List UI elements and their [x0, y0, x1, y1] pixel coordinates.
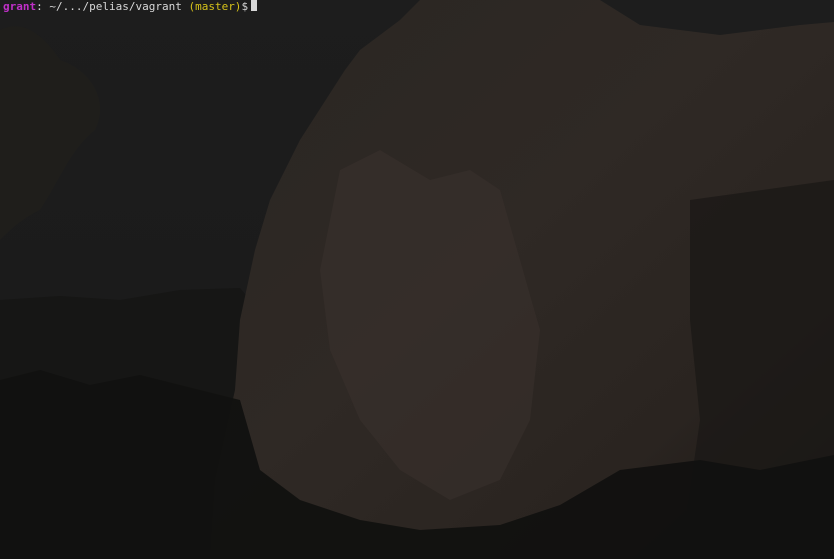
prompt-user: grant: [3, 0, 37, 13]
desktop-background-image: [0, 0, 834, 559]
prompt-path: ~/.../pelias/vagrant: [49, 0, 182, 13]
prompt-symbol: $: [241, 0, 249, 13]
prompt-line[interactable]: grant: ~/.../pelias/vagrant (master)$: [3, 0, 258, 14]
prompt-separator: :: [36, 0, 43, 13]
prompt-git-branch: (master): [188, 0, 242, 13]
text-cursor[interactable]: [251, 0, 258, 11]
terminal-window[interactable]: grant: ~/.../pelias/vagrant (master)$: [0, 0, 834, 559]
